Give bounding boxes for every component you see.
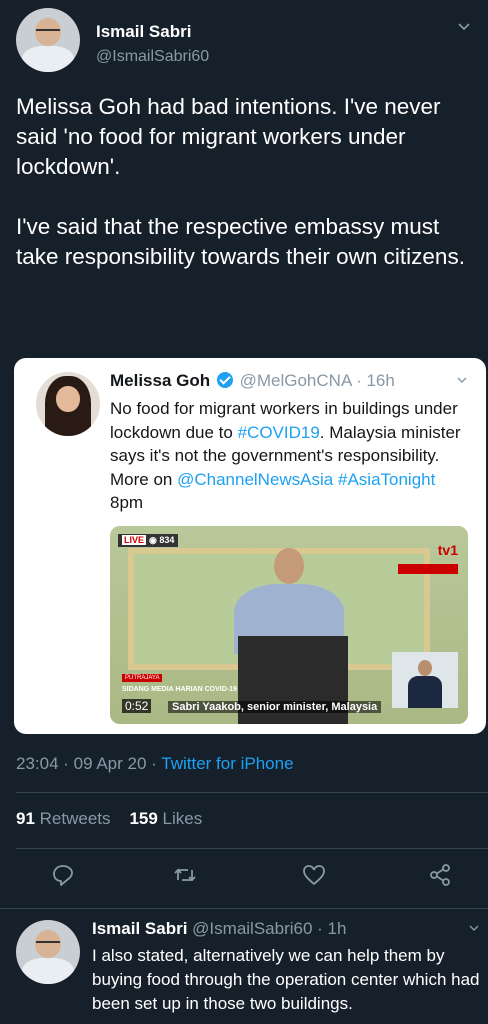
- tweet-header: Ismail Sabri @IsmailSabri60: [16, 8, 476, 78]
- tweet-stats: 91 Retweets 159 Likes: [16, 809, 202, 829]
- retweets-stat[interactable]: 91 Retweets: [16, 809, 111, 828]
- reply-author-avatar[interactable]: [16, 920, 80, 984]
- mention-channelnewsasia[interactable]: @ChannelNewsAsia: [177, 470, 333, 489]
- retweet-icon[interactable]: [172, 862, 198, 888]
- hashtag-covid19[interactable]: #COVID19: [238, 423, 320, 442]
- reply-text: I also stated, alternatively we can help…: [92, 946, 480, 1013]
- reply-author-handle[interactable]: @IsmailSabri60 · 1h: [192, 919, 346, 938]
- tweet-timestamp[interactable]: 23:04 · 09 Apr 20 ·: [16, 754, 157, 773]
- video-location: PUTRAJAYA: [122, 674, 163, 682]
- quoted-tweet-header: Melissa Goh @MelGohCNA · 16h: [110, 371, 395, 391]
- reply-author-name[interactable]: Ismail Sabri: [92, 919, 187, 938]
- tweet-source[interactable]: Twitter for iPhone: [161, 754, 293, 773]
- like-icon[interactable]: [301, 862, 327, 888]
- likes-count: 159: [129, 809, 158, 828]
- video-caption: Sabri Yaakob, senior minister, Malaysia: [168, 701, 382, 713]
- tweet-meta: 23:04 · 09 Apr 20 · Twitter for iPhone: [16, 754, 294, 774]
- video-duration: 0:52: [122, 699, 152, 713]
- video-speaker-head: [274, 548, 304, 584]
- divider: [16, 792, 488, 793]
- retweets-label: Retweets: [39, 809, 111, 828]
- author-name[interactable]: Ismail Sabri: [96, 22, 191, 42]
- viewer-count: ◉ 834: [149, 535, 175, 545]
- reply-icon[interactable]: [50, 862, 76, 888]
- chevron-down-icon[interactable]: [456, 374, 468, 386]
- divider: [0, 908, 488, 909]
- quoted-tweet-card[interactable]: Melissa Goh @MelGohCNA · 16h No food for…: [14, 358, 486, 734]
- live-badge: LIVE ◉ 834: [118, 534, 179, 547]
- live-label: LIVE: [122, 535, 147, 545]
- quoted-author-avatar[interactable]: [36, 372, 100, 436]
- quoted-text-part: 8pm: [110, 493, 144, 512]
- quoted-author-handle[interactable]: @MelGohCNA · 16h: [240, 371, 395, 390]
- tweet-body: Melissa Goh had bad intentions. I've nev…: [16, 92, 476, 272]
- chevron-down-icon[interactable]: [456, 18, 472, 34]
- channel-logo: tv1: [437, 542, 458, 558]
- action-bar: [0, 862, 488, 892]
- hashtag-asiatonight[interactable]: #AsiaTonight: [338, 470, 435, 489]
- tweet-paragraph-1: Melissa Goh had bad intentions. I've nev…: [16, 94, 441, 179]
- quoted-tweet-text: No food for migrant workers in buildings…: [110, 397, 470, 515]
- sign-language-inset: [392, 652, 458, 708]
- author-handle[interactable]: @IsmailSabri60: [96, 48, 209, 66]
- quoted-author-name[interactable]: Melissa Goh: [110, 371, 210, 390]
- author-avatar[interactable]: [16, 8, 80, 72]
- chevron-down-icon[interactable]: [468, 922, 480, 934]
- channel-banner: [398, 564, 458, 574]
- video-subtitle: SIDANG MEDIA HARIAN COVID-19: [122, 686, 237, 693]
- likes-label: Likes: [162, 809, 203, 828]
- reply-avatar-wrap: [16, 920, 80, 984]
- share-icon[interactable]: [427, 862, 453, 888]
- likes-stat[interactable]: 159 Likes: [129, 809, 202, 828]
- verified-badge-icon: [216, 372, 233, 388]
- retweets-count: 91: [16, 809, 35, 828]
- divider: [16, 848, 488, 849]
- tweet-paragraph-2: I've said that the respective embassy mu…: [16, 214, 465, 269]
- video-player[interactable]: LIVE ◉ 834 tv1 PUTRAJAYA SIDANG MEDIA HAR…: [110, 526, 468, 724]
- reply-header: Ismail Sabri @IsmailSabri60 · 1h: [92, 919, 346, 939]
